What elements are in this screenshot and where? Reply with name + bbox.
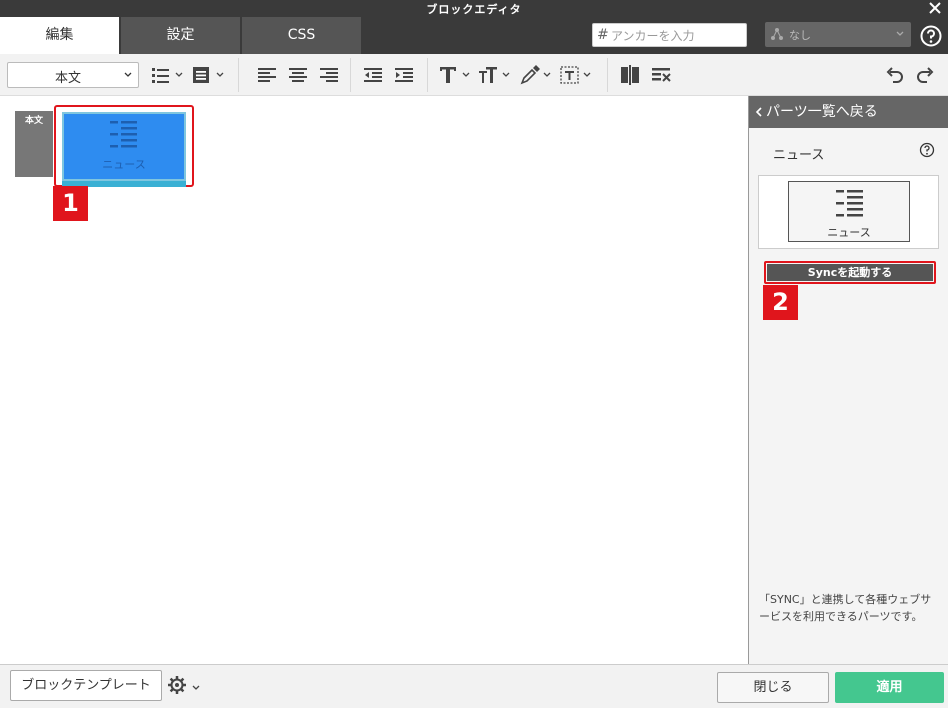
color-picker-icon[interactable] [518,63,554,87]
undo-icon[interactable] [884,63,906,87]
back-label: パーツ一覧へ戻る [766,104,878,120]
tab-settings[interactable]: 設定 [121,17,240,54]
chevron-down-icon [124,72,132,77]
back-to-parts-button[interactable]: パーツ一覧へ戻る [749,96,948,128]
align-center-icon[interactable] [287,63,309,87]
indent-icon[interactable] [393,63,415,87]
list-icon[interactable] [150,63,186,87]
step-marker-2: 2 [763,285,798,320]
formatting-toolbar: 本文 [0,54,948,96]
news-list-icon [836,190,863,217]
paragraph-style-select[interactable]: 本文 [7,62,139,88]
class-select[interactable]: なし [765,22,911,47]
tab-edit[interactable]: 編集 [0,17,119,54]
anchor-field[interactable]: # [592,23,747,47]
clear-format-icon[interactable] [650,63,672,87]
redo-icon[interactable] [914,63,936,87]
chevron-left-icon [755,107,762,117]
part-preview-label: ニュース [827,226,871,239]
step-marker-1: 1 [53,186,88,221]
apply-button[interactable]: 適用 [835,672,944,703]
news-block-content[interactable]: ニュース [62,112,186,187]
parts-panel: パーツ一覧へ戻る ニュース ニュース Syncを起動する 2 「SYNC」と連携… [748,96,948,664]
toolbar-divider [427,58,428,92]
hash-icon: # [597,27,609,43]
help-icon[interactable] [920,25,942,47]
block-template-button[interactable]: ブロックテンプレート [10,670,162,701]
block-format-icon[interactable] [191,63,227,87]
text-icon[interactable] [437,63,473,87]
sync-button-highlight: Syncを起動する [764,261,936,284]
part-preview-card[interactable]: ニュース [788,181,910,242]
editor-canvas[interactable]: 本文 ニュース 1 [0,96,748,664]
tab-bar: 編集 設定 CSS # なし [0,17,948,54]
news-list-icon [110,121,137,148]
toolbar-divider [607,58,608,92]
part-description: 「SYNC」と連携して各種ウェブサービスを利用できるパーツです。 [759,593,932,623]
paragraph-style-value: 本文 [55,71,82,86]
column-icon[interactable] [619,63,641,87]
footer-bar: ブロックテンプレート 閉じる 適用 [0,664,948,708]
align-left-icon[interactable] [256,63,278,87]
help-icon[interactable] [919,142,935,158]
window-title: ブロックエディタ [426,3,522,16]
structure-icon [771,28,783,40]
news-block-label: ニュース [102,158,146,171]
text-size-icon[interactable] [477,63,513,87]
tab-css[interactable]: CSS [242,17,361,54]
close-button[interactable]: 閉じる [717,672,829,703]
toolbar-divider [238,58,239,92]
part-preview: ニュース [758,175,939,249]
outdent-icon[interactable] [362,63,384,87]
close-icon[interactable] [928,0,942,16]
anchor-input[interactable] [611,26,741,45]
title-bar: ブロックエディタ [0,0,948,17]
body-unit-label[interactable]: 本文 [15,111,53,177]
gear-icon[interactable] [166,674,204,698]
toolbar-divider [350,58,351,92]
text-border-icon[interactable] [558,63,594,87]
chevron-down-icon [896,31,904,36]
launch-sync-button[interactable]: Syncを起動する [767,264,933,281]
align-right-icon[interactable] [318,63,340,87]
part-name: ニュース [773,148,825,163]
class-select-value: なし [789,29,811,42]
news-block[interactable]: ニュース [54,105,194,187]
